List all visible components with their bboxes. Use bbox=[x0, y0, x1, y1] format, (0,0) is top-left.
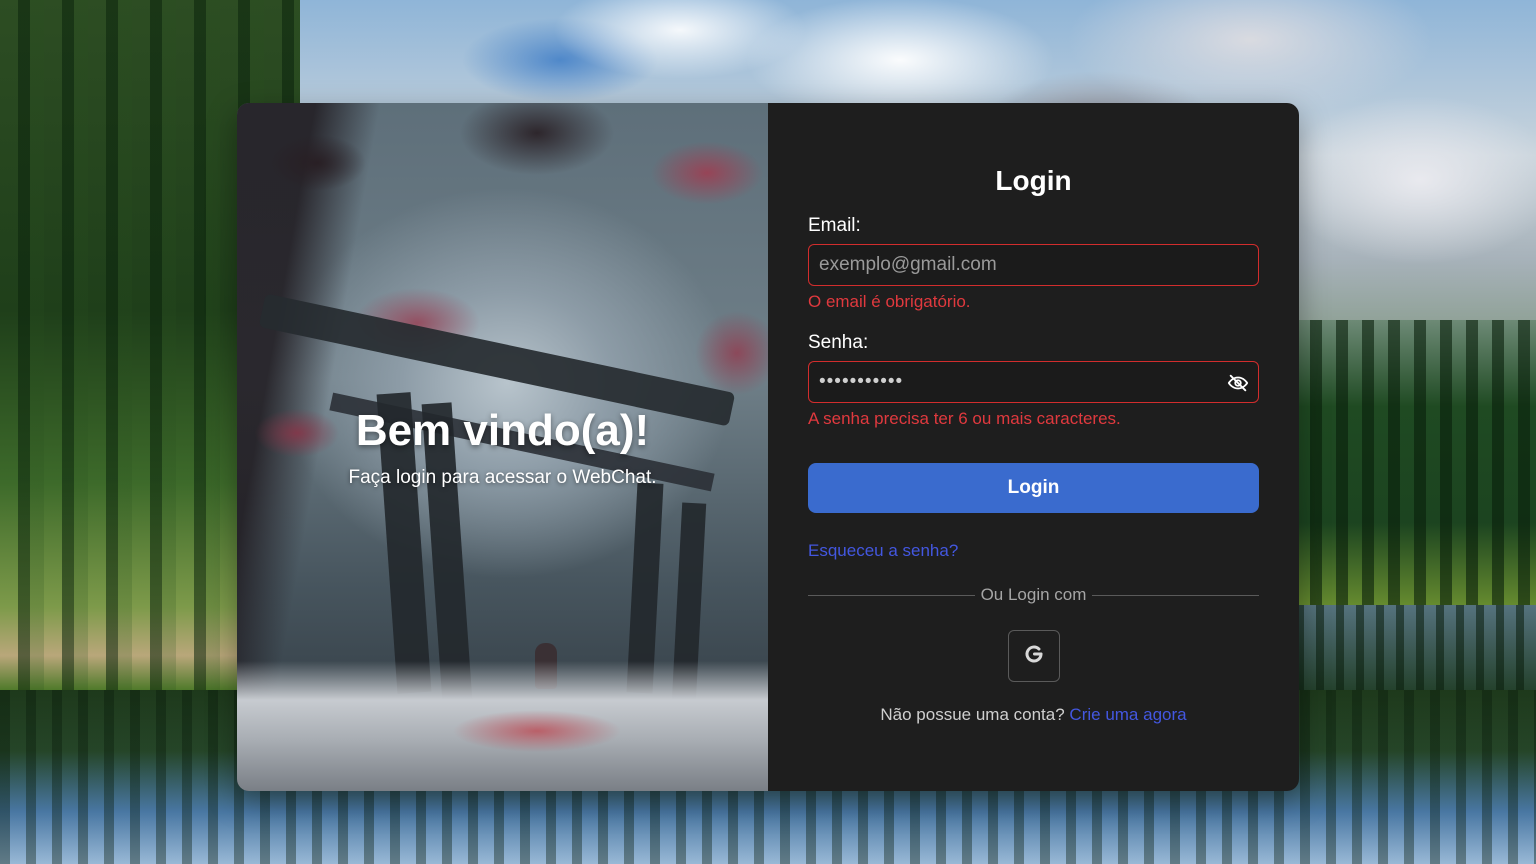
background-lake-reflection bbox=[1296, 605, 1536, 695]
divider-line bbox=[808, 594, 975, 596]
forgot-password-link[interactable]: Esqueceu a senha? bbox=[808, 541, 958, 561]
hero-ground bbox=[237, 661, 768, 791]
email-input[interactable] bbox=[809, 245, 1258, 285]
email-field-wrapper bbox=[808, 244, 1259, 286]
email-error: O email é obrigatório. bbox=[808, 292, 971, 311]
google-login-button[interactable] bbox=[1008, 630, 1060, 682]
welcome-title: Bem vindo(a)! bbox=[355, 406, 650, 455]
divider-text: Ou Login com bbox=[980, 585, 1087, 604]
login-button[interactable]: Login bbox=[808, 463, 1259, 513]
google-icon bbox=[1022, 642, 1046, 671]
password-label: Senha: bbox=[808, 332, 869, 353]
login-card: Bem vindo(a)! Faça login para acessar o … bbox=[237, 103, 1299, 791]
hero-illustration: Bem vindo(a)! Faça login para acessar o … bbox=[237, 103, 768, 791]
password-input[interactable] bbox=[809, 362, 1258, 402]
login-panel: Login Email: O email é obrigatório. Senh… bbox=[768, 103, 1299, 791]
login-divider: Ou Login com bbox=[808, 583, 1259, 607]
background-forest-right bbox=[1296, 320, 1536, 610]
signup-link[interactable]: Crie uma agora bbox=[1069, 705, 1186, 724]
divider-line bbox=[1092, 594, 1259, 596]
signup-prompt: Não possue uma conta? Crie uma agora bbox=[768, 705, 1299, 725]
password-field-wrapper bbox=[808, 361, 1259, 403]
email-label: Email: bbox=[808, 215, 861, 236]
welcome-subtitle: Faça login para acessar o WebChat. bbox=[348, 467, 657, 488]
eye-off-icon[interactable] bbox=[1226, 371, 1250, 395]
signup-prompt-text: Não possue uma conta? bbox=[880, 705, 1065, 724]
login-title: Login bbox=[995, 165, 1072, 196]
password-error: A senha precisa ter 6 ou mais caracteres… bbox=[808, 409, 1121, 428]
welcome-text: Bem vindo(a)! Faça login para acessar o … bbox=[237, 403, 768, 491]
